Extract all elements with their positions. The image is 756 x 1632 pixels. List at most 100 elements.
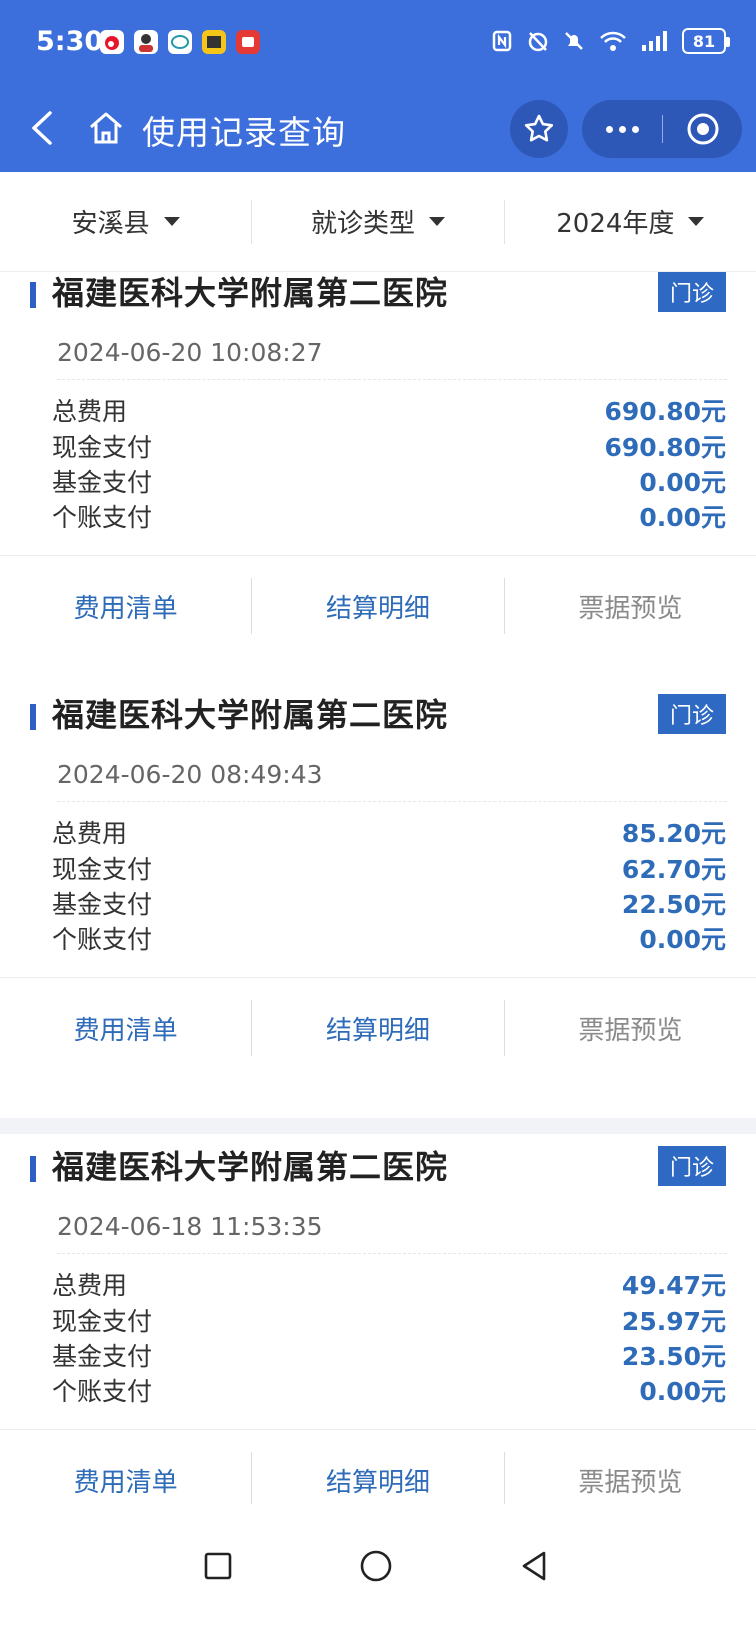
weibo-icon bbox=[100, 30, 124, 54]
cash-payment-row: 现金支付 62.70元 bbox=[52, 850, 726, 886]
label: 总费用 bbox=[52, 1271, 128, 1300]
hospital-name: 福建医科大学附属第二医院 bbox=[52, 696, 449, 734]
value: 25.97元 bbox=[621, 1307, 726, 1336]
cash-payment-row: 现金支付 690.80元 bbox=[52, 428, 726, 464]
wifi-icon bbox=[598, 29, 628, 53]
card-header: 福建医科大学附属第二医院 门诊 bbox=[0, 272, 756, 320]
home-nav-button[interactable] bbox=[346, 1536, 406, 1596]
value: 0.00元 bbox=[639, 503, 726, 532]
filter-bar: 安溪县 就诊类型 2024年度 bbox=[0, 172, 756, 272]
visit-datetime: 2024-06-20 08:49:43 bbox=[57, 760, 323, 789]
card-header: 福建医科大学附属第二医院 门诊 bbox=[0, 1134, 756, 1194]
record-card[interactable]: 福建医科大学附属第二医院 门诊 2024-06-20 08:49:43 总费用 8… bbox=[0, 682, 756, 1118]
chat-icon bbox=[168, 30, 192, 54]
app-header: 5:30 81 使用记录查询 bbox=[0, 0, 756, 172]
dot bbox=[631, 125, 639, 133]
app-avatar-icon bbox=[134, 30, 158, 54]
square-icon bbox=[204, 1552, 232, 1580]
dot bbox=[618, 125, 626, 133]
visit-type-badge: 门诊 bbox=[658, 1146, 726, 1186]
mute-icon bbox=[562, 29, 586, 53]
fee-list-button[interactable]: 费用清单 bbox=[0, 1452, 251, 1504]
label: 基金支付 bbox=[52, 890, 153, 919]
label: 总费用 bbox=[52, 819, 128, 848]
system-nav-bar bbox=[0, 1504, 756, 1632]
caret-down-icon bbox=[429, 217, 445, 226]
filter-year[interactable]: 2024年度 bbox=[505, 197, 756, 247]
label: 基金支付 bbox=[52, 1342, 153, 1371]
filter-label: 2024年度 bbox=[556, 209, 675, 239]
back-nav-button[interactable] bbox=[504, 1536, 564, 1596]
receipt-preview-button[interactable]: 票据预览 bbox=[505, 1000, 756, 1056]
chevron-left-icon bbox=[32, 111, 52, 145]
visit-datetime: 2024-06-18 11:53:35 bbox=[57, 1212, 323, 1241]
record-card[interactable]: 福建医科大学附属第二医院 门诊 2024-06-18 11:53:35 总费用 4… bbox=[0, 1134, 756, 1504]
receipt-preview-button[interactable]: 票据预览 bbox=[505, 578, 756, 634]
value: 49.47元 bbox=[621, 1271, 726, 1300]
fee-list-button[interactable]: 费用清单 bbox=[0, 1000, 251, 1056]
accent-bar bbox=[30, 282, 36, 308]
target-close-icon bbox=[687, 113, 718, 145]
settlement-detail-button[interactable]: 结算明细 bbox=[252, 1000, 503, 1056]
card-header: 福建医科大学附属第二医院 门诊 bbox=[0, 682, 756, 742]
account-payment-row: 个账支付 0.00元 bbox=[52, 498, 726, 534]
card-actions: 费用清单 结算明细 票据预览 bbox=[0, 978, 756, 1078]
notification-icons bbox=[100, 30, 260, 54]
circle-icon bbox=[360, 1550, 392, 1582]
value: 690.80元 bbox=[604, 433, 726, 462]
value: 0.00元 bbox=[639, 925, 726, 954]
triangle-back-icon bbox=[522, 1551, 546, 1581]
fund-payment-row: 基金支付 23.50元 bbox=[52, 1337, 726, 1373]
back-button[interactable] bbox=[20, 102, 64, 154]
fee-list-button[interactable]: 费用清单 bbox=[0, 578, 251, 634]
value: 85.20元 bbox=[621, 819, 726, 848]
divider bbox=[57, 1253, 727, 1254]
label: 个账支付 bbox=[52, 1377, 153, 1406]
filter-region[interactable]: 安溪县 bbox=[0, 197, 251, 247]
total-fee-row: 总费用 85.20元 bbox=[52, 814, 726, 850]
label: 现金支付 bbox=[52, 433, 153, 462]
battery-icon: 81 bbox=[682, 28, 730, 54]
signal-icon bbox=[640, 29, 670, 53]
settlement-detail-button[interactable]: 结算明细 bbox=[252, 578, 503, 634]
nav-bar: 使用记录查询 bbox=[0, 86, 756, 172]
cash-payment-row: 现金支付 25.97元 bbox=[52, 1302, 726, 1338]
card-actions: 费用清单 结算明细 票据预览 bbox=[0, 1430, 756, 1504]
value: 0.00元 bbox=[639, 1377, 726, 1406]
dot bbox=[605, 125, 613, 133]
more-button[interactable] bbox=[582, 100, 662, 158]
account-payment-row: 个账支付 0.00元 bbox=[52, 920, 726, 956]
value: 62.70元 bbox=[621, 855, 726, 884]
label: 基金支付 bbox=[52, 468, 153, 497]
caret-down-icon bbox=[688, 217, 705, 226]
account-payment-row: 个账支付 0.00元 bbox=[52, 1372, 726, 1408]
filter-visit-type[interactable]: 就诊类型 bbox=[252, 197, 503, 247]
label: 个账支付 bbox=[52, 503, 153, 532]
visit-datetime: 2024-06-20 10:08:27 bbox=[57, 338, 323, 367]
accent-bar bbox=[30, 1156, 36, 1182]
hospital-name: 福建医科大学附属第二医院 bbox=[52, 1148, 449, 1186]
home-button[interactable] bbox=[82, 102, 130, 154]
recent-apps-button[interactable] bbox=[188, 1536, 248, 1596]
lottery-app-icon bbox=[202, 30, 226, 54]
card-actions: 费用清单 结算明细 票据预览 bbox=[0, 556, 756, 656]
filter-label: 就诊类型 bbox=[310, 209, 415, 239]
status-bar: 5:30 81 bbox=[0, 0, 756, 86]
fund-payment-row: 基金支付 22.50元 bbox=[52, 885, 726, 921]
label: 现金支付 bbox=[52, 1307, 153, 1336]
visit-type-badge: 门诊 bbox=[658, 272, 726, 312]
receipt-preview-button[interactable]: 票据预览 bbox=[505, 1452, 756, 1504]
settlement-detail-button[interactable]: 结算明细 bbox=[252, 1452, 503, 1504]
accent-bar bbox=[30, 704, 36, 730]
record-card[interactable]: 福建医科大学附属第二医院 门诊 2024-06-20 10:08:27 总费用 6… bbox=[0, 272, 756, 696]
fund-payment-row: 基金支付 0.00元 bbox=[52, 463, 726, 499]
value: 23.50元 bbox=[621, 1342, 726, 1371]
value: 690.80元 bbox=[604, 397, 726, 426]
system-status: 81 bbox=[490, 28, 730, 54]
favorite-button[interactable] bbox=[510, 100, 568, 158]
visit-type-badge: 门诊 bbox=[658, 694, 726, 734]
miniprogram-capsule bbox=[582, 100, 742, 158]
close-button[interactable] bbox=[663, 100, 742, 158]
label: 现金支付 bbox=[52, 855, 153, 884]
record-list[interactable]: 福建医科大学附属第二医院 门诊 2024-06-20 10:08:27 总费用 6… bbox=[0, 272, 756, 1504]
